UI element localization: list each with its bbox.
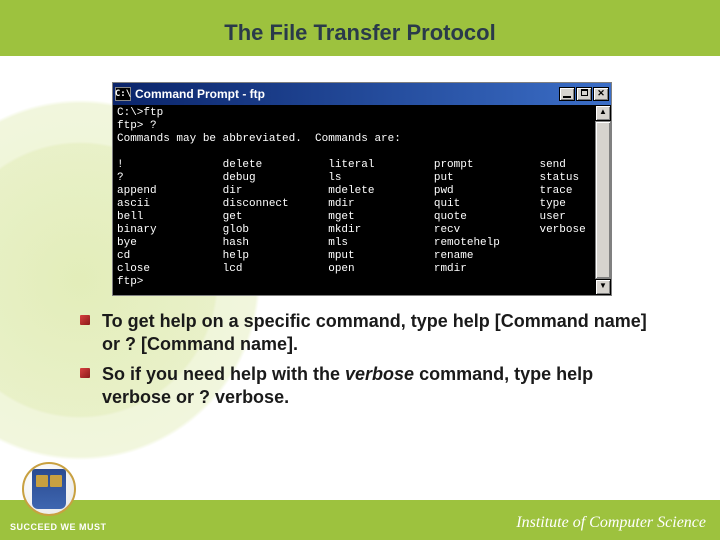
university-logo: [22, 462, 76, 516]
window-titlebar[interactable]: C:\ Command Prompt - ftp ✕: [113, 83, 611, 105]
scroll-down-button[interactable]: ▼: [595, 279, 611, 295]
scroll-up-button[interactable]: ▲: [595, 105, 611, 121]
console-output[interactable]: C:\>ftp ftp> ? Commands may be abbreviat…: [113, 105, 595, 295]
command-prompt-window: C:\ Command Prompt - ftp ✕ C:\>ftp ftp> …: [112, 82, 612, 296]
maximize-button[interactable]: [576, 87, 592, 101]
minimize-button[interactable]: [559, 87, 575, 101]
scroll-thumb[interactable]: [595, 121, 611, 279]
window-controls: ✕: [559, 87, 609, 101]
close-button[interactable]: ✕: [593, 87, 609, 101]
slide-body: To get help on a specific command, type …: [80, 310, 660, 416]
bullet-item: To get help on a specific command, type …: [80, 310, 660, 357]
footer-institute: Institute of Computer Science: [516, 514, 706, 532]
app-icon: C:\: [115, 87, 131, 101]
window-title: Command Prompt - ftp: [135, 87, 559, 101]
scrollbar[interactable]: ▲ ▼: [595, 105, 611, 295]
logo-shield-icon: [32, 469, 66, 509]
slide-title: The File Transfer Protocol: [0, 20, 720, 46]
footer-motto: SUCCEED WE MUST: [10, 522, 107, 532]
scroll-track[interactable]: [595, 121, 611, 279]
bullet-item: So if you need help with the verbose com…: [80, 363, 660, 410]
